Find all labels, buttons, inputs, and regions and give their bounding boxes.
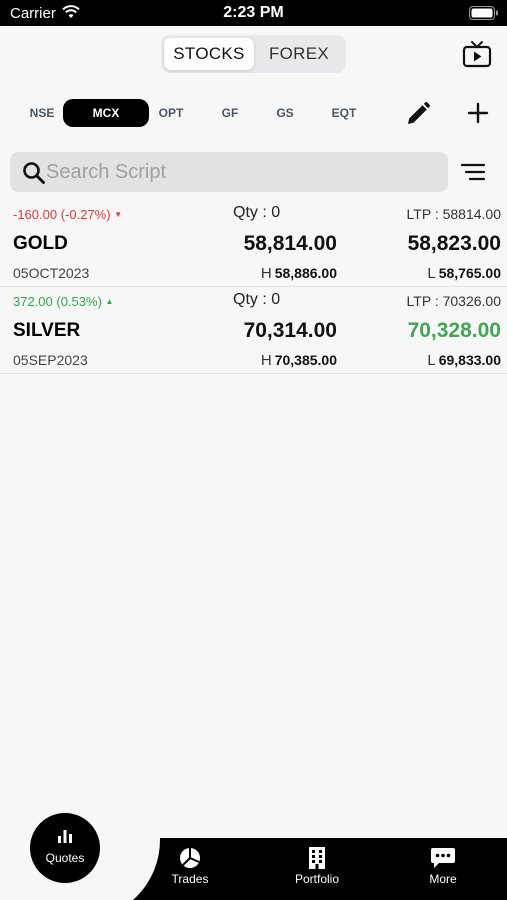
quantity-label: Qty : 0 — [233, 204, 281, 221]
tab-nse[interactable]: NSE — [23, 99, 61, 127]
tab-gs[interactable]: GS — [266, 99, 304, 127]
symbol-name: SILVER — [13, 320, 81, 341]
ask-price: 58,823.00 — [407, 232, 501, 255]
nav-quotes[interactable]: Quotes — [30, 813, 100, 883]
low-price: L 58,765.00 — [427, 265, 501, 282]
nav-trades-label: Trades — [171, 872, 209, 886]
more-chat-icon — [431, 848, 455, 868]
ltp-label: LTP : 58814.00 — [406, 206, 501, 222]
change-text: -160.00 (-0.27%) ▼ — [13, 207, 123, 222]
symbol-name: GOLD — [13, 233, 68, 254]
pie-chart-icon — [180, 848, 200, 868]
down-arrow-icon: ▼ — [114, 210, 123, 219]
bid-price: 70,314.00 — [243, 319, 337, 342]
search-bar — [10, 152, 448, 192]
bid-price: 58,814.00 — [243, 232, 337, 255]
high-price: H 58,886.00 — [260, 265, 337, 282]
quantity-label: Qty : 0 — [233, 291, 281, 308]
nav-more-label: More — [429, 872, 457, 886]
bar-chart-icon — [56, 827, 74, 850]
segment-stocks[interactable]: STOCKS — [164, 38, 254, 70]
up-arrow-icon: ▲ — [105, 297, 114, 306]
expiry-date: 05OCT2023 — [13, 265, 90, 281]
low-price: L 69,833.00 — [427, 352, 501, 369]
clock: 2:23 PM — [223, 4, 284, 21]
ltp-label: LTP : 70326.00 — [406, 293, 501, 309]
add-icon[interactable] — [466, 101, 490, 130]
expiry-date: 05SEP2023 — [13, 352, 88, 368]
segment-forex[interactable]: FOREX — [254, 38, 344, 70]
nav-portfolio-label: Portfolio — [294, 872, 340, 886]
tab-gf[interactable]: GF — [211, 99, 249, 127]
tab-eqt[interactable]: EQT — [325, 99, 363, 127]
tab-opt[interactable]: OPT — [152, 99, 190, 127]
search-icon — [22, 161, 46, 190]
nav-trades[interactable]: Trades — [150, 846, 230, 886]
market-segment-control: STOCKS FOREX — [161, 35, 346, 73]
change-text: 372.00 (0.53%) ▲ — [13, 294, 114, 309]
battery-icon — [469, 6, 499, 25]
quote-row-silver[interactable]: 372.00 (0.53%) ▲ Qty : 0 LTP : 70326.00 … — [0, 287, 507, 374]
pencil-icon[interactable] — [405, 101, 431, 132]
filter-list-icon[interactable] — [460, 161, 486, 188]
quote-row-gold[interactable]: -160.00 (-0.27%) ▼ Qty : 0 LTP : 58814.0… — [0, 200, 507, 287]
status-bar: Carrier 2:23 PM — [0, 0, 507, 26]
ask-price: 70,328.00 — [407, 319, 501, 342]
building-icon — [309, 847, 325, 869]
tv-play-icon[interactable] — [462, 40, 492, 73]
search-input[interactable] — [46, 156, 436, 188]
high-price: H 70,385.00 — [260, 352, 337, 369]
nav-more[interactable]: More — [403, 846, 483, 886]
nav-portfolio[interactable]: Portfolio — [277, 846, 357, 886]
tab-mcx[interactable]: MCX — [63, 99, 149, 127]
nav-quotes-label: Quotes — [45, 851, 85, 865]
